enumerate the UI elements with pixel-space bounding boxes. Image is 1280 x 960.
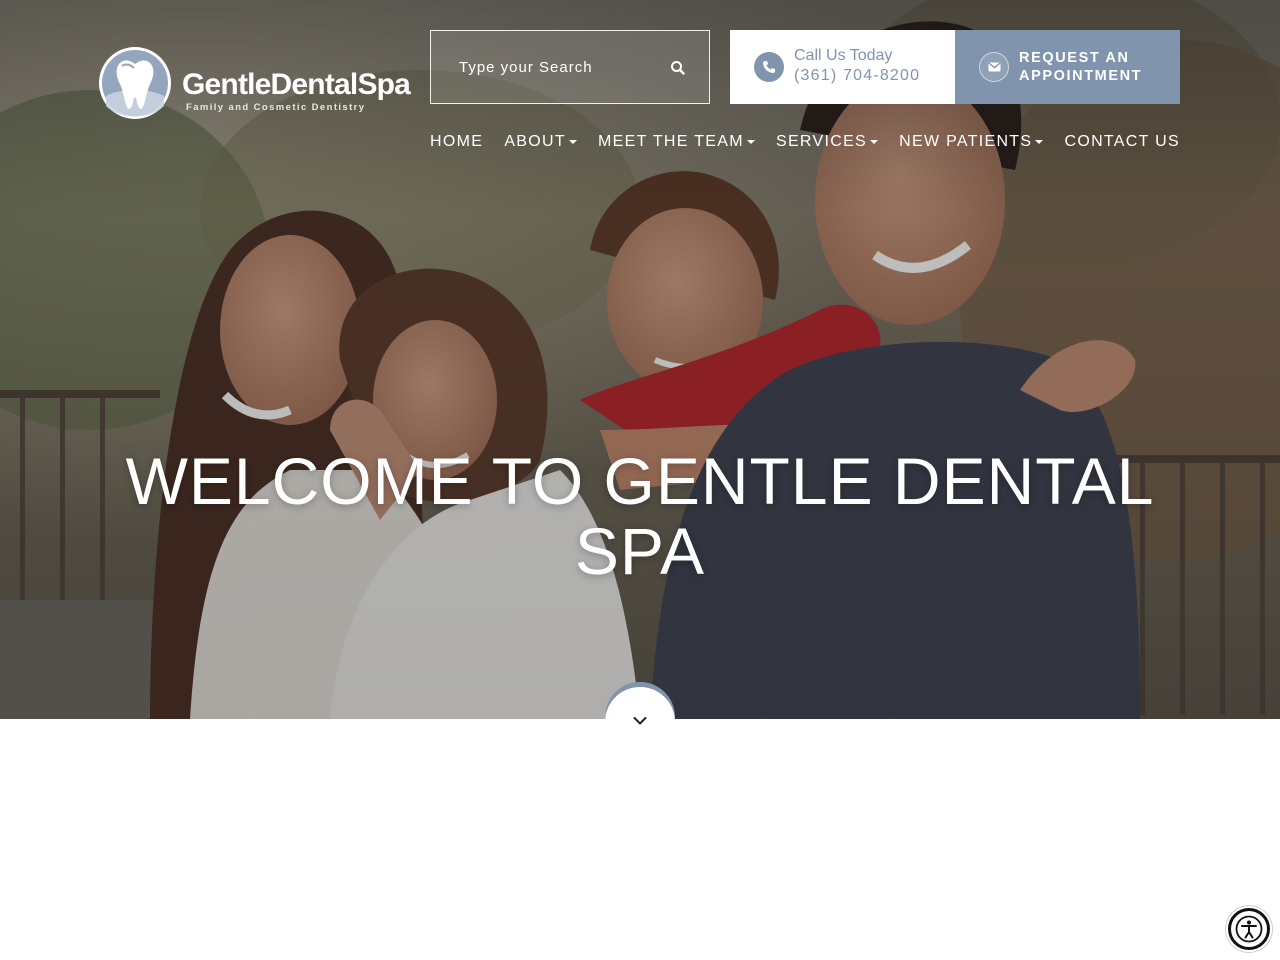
nav-item-new-patients[interactable]: NEW PATIENTS bbox=[899, 133, 1044, 151]
nav-item-contact-us[interactable]: CONTACT US bbox=[1064, 133, 1180, 151]
chevron-down-icon bbox=[633, 717, 647, 725]
caret-down-icon bbox=[870, 140, 879, 144]
nav-item-home[interactable]: HOME bbox=[430, 133, 483, 151]
page: GentleDentalSpa Family and Cosmetic Dent… bbox=[0, 0, 1280, 960]
accessibility-icon bbox=[1235, 915, 1263, 943]
search-icon[interactable] bbox=[669, 59, 687, 77]
accessibility-button[interactable] bbox=[1228, 908, 1270, 950]
main-nav: HOME ABOUT MEET THE TEAM SERVICES NEW PA… bbox=[430, 130, 1180, 154]
tooth-logo-icon bbox=[99, 47, 171, 119]
nav-item-services[interactable]: SERVICES bbox=[775, 133, 879, 151]
nav-item-label: MEET THE TEAM bbox=[598, 133, 744, 150]
nav-item-about[interactable]: ABOUT bbox=[504, 133, 577, 151]
search-box bbox=[430, 30, 710, 104]
envelope-icon bbox=[988, 62, 1001, 72]
nav-item-label: CONTACT US bbox=[1064, 133, 1180, 150]
phone-icon-circle bbox=[754, 52, 784, 82]
caret-down-icon bbox=[1035, 140, 1044, 144]
request-appointment-label: REQUEST AN APPOINTMENT bbox=[1019, 50, 1143, 84]
phone-number[interactable]: (361) 704-8200 bbox=[794, 67, 920, 85]
nav-item-label: HOME bbox=[430, 133, 484, 150]
caret-down-icon bbox=[746, 140, 755, 144]
site-logo[interactable]: GentleDentalSpa Family and Cosmetic Dent… bbox=[98, 46, 438, 122]
phone-icon bbox=[763, 61, 775, 73]
nav-item-meet-the-team[interactable]: MEET THE TEAM bbox=[598, 133, 755, 151]
nav-item-label: NEW PATIENTS bbox=[899, 133, 1033, 150]
caret-down-icon bbox=[568, 140, 577, 144]
call-label: Call Us Today bbox=[794, 47, 893, 64]
scroll-down-button[interactable] bbox=[605, 687, 675, 757]
nav-item-label: SERVICES bbox=[775, 133, 868, 150]
nav-item-label: ABOUT bbox=[504, 133, 566, 150]
brand-name: GentleDentalSpa bbox=[182, 68, 411, 101]
envelope-icon-circle bbox=[979, 52, 1009, 82]
brand-tagline: Family and Cosmetic Dentistry bbox=[186, 102, 366, 113]
call-us-box[interactable]: Call Us Today (361) 704-8200 bbox=[730, 30, 955, 104]
search-input[interactable] bbox=[449, 31, 659, 103]
hero-headline: WELCOME TO GENTLE DENTAL SPA bbox=[125, 444, 1155, 589]
request-appointment-button[interactable]: REQUEST AN APPOINTMENT bbox=[955, 30, 1180, 104]
